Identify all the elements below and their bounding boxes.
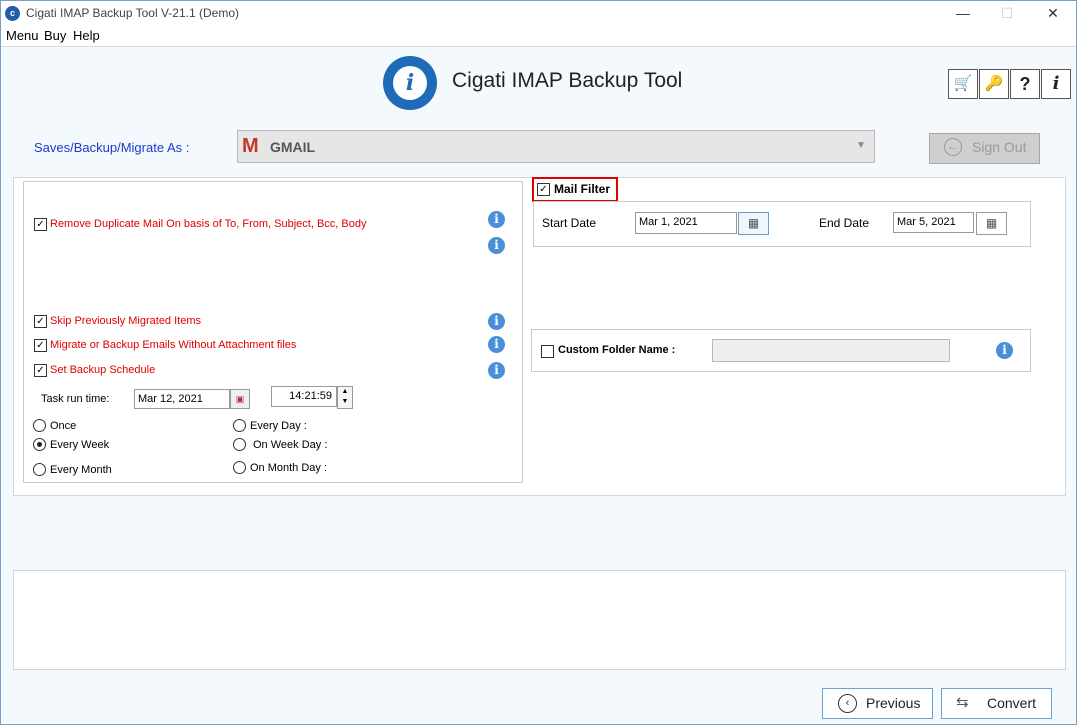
calendar-icon[interactable]: ▣: [230, 389, 250, 409]
sign-out-icon: ←: [944, 138, 962, 156]
radio-once[interactable]: [33, 419, 46, 432]
close-button[interactable]: ✕: [1030, 0, 1076, 26]
menu-item-buy[interactable]: Buy: [44, 28, 66, 43]
remove-duplicate-checkbox[interactable]: ✓: [34, 218, 47, 231]
custom-folder-input[interactable]: [712, 339, 950, 362]
radio-on-month-day[interactable]: [233, 461, 246, 474]
radio-every-month[interactable]: [33, 463, 46, 476]
saves-combobox[interactable]: [237, 130, 875, 163]
without-attachment-checkbox[interactable]: ✓: [34, 339, 47, 352]
skip-migrated-label: Skip Previously Migrated Items: [50, 315, 201, 327]
saves-selected-value: GMAIL: [270, 139, 316, 155]
gmail-icon: M: [242, 135, 259, 157]
chevron-down-icon[interactable]: ▼: [856, 140, 866, 151]
info-icon[interactable]: i: [488, 336, 505, 353]
info-icon[interactable]: i: [996, 342, 1013, 359]
saves-label: Saves/Backup/Migrate As :: [34, 140, 190, 155]
task-time-input[interactable]: 14:21:59: [271, 386, 337, 407]
window-title: Cigati IMAP Backup Tool V-21.1 (Demo): [26, 6, 239, 20]
mail-filter-label: Mail Filter: [554, 182, 611, 196]
mail-filter-checkbox[interactable]: ✓: [537, 183, 550, 196]
logo-letter: i: [393, 66, 427, 100]
end-date-label: End Date: [819, 216, 870, 230]
info-icon[interactable]: i: [488, 237, 505, 254]
help-button[interactable]: ?: [1010, 69, 1040, 99]
help-icon: ?: [1019, 74, 1031, 94]
radio-every-week[interactable]: [33, 438, 46, 451]
cart-icon: 🛒: [953, 75, 973, 92]
start-date-input[interactable]: Mar 1, 2021: [635, 212, 737, 234]
radio-every-day-label: Every Day :: [250, 420, 307, 432]
info-icon[interactable]: i: [488, 211, 505, 228]
menu-bar: Menu Buy Help: [1, 27, 1076, 47]
convert-label: Convert: [987, 695, 1037, 711]
set-schedule-checkbox[interactable]: ✓: [34, 364, 47, 377]
task-date-input[interactable]: Mar 12, 2021: [134, 389, 230, 409]
key-icon: 🔑: [984, 75, 1004, 92]
remove-duplicate-label: Remove Duplicate Mail On basis of To, Fr…: [50, 218, 367, 230]
app-icon: c: [5, 6, 20, 21]
skip-migrated-checkbox[interactable]: ✓: [34, 315, 47, 328]
key-button[interactable]: 🔑: [979, 69, 1009, 99]
custom-folder-checkbox[interactable]: [541, 345, 554, 358]
radio-on-week-day[interactable]: [233, 438, 246, 451]
minimize-button[interactable]: —: [940, 0, 986, 26]
radio-every-week-label: Every Week: [50, 439, 110, 451]
back-arrow-icon: ‹: [838, 694, 857, 713]
sign-out-label: Sign Out: [972, 139, 1027, 155]
start-date-label: Start Date: [542, 216, 597, 230]
task-run-time-label: Task run time:: [41, 393, 110, 405]
radio-every-month-label: Every Month: [50, 464, 112, 476]
info-icon[interactable]: i: [488, 362, 505, 379]
menu-item-help[interactable]: Help: [73, 28, 100, 43]
info-icon[interactable]: i: [488, 313, 505, 330]
time-spinner[interactable]: ▲ ▼: [337, 386, 353, 409]
without-attachment-label: Migrate or Backup Emails Without Attachm…: [50, 339, 297, 351]
info-icon: i: [1052, 73, 1060, 94]
set-schedule-label: Set Backup Schedule: [50, 364, 156, 376]
radio-on-month-day-label: On Month Day :: [250, 462, 328, 474]
custom-folder-label: Custom Folder Name :: [558, 344, 676, 356]
end-date-input[interactable]: Mar 5, 2021: [893, 212, 974, 233]
cart-button[interactable]: 🛒: [948, 69, 978, 99]
calendar-icon[interactable]: ▦: [976, 212, 1007, 235]
calendar-icon[interactable]: ▦: [738, 212, 769, 235]
about-button[interactable]: i: [1041, 69, 1071, 99]
app-title: Cigati IMAP Backup Tool: [452, 69, 683, 92]
radio-every-day[interactable]: [233, 419, 246, 432]
radio-once-label: Once: [50, 420, 77, 432]
swap-arrows-icon: ⇆: [956, 694, 969, 711]
menu-item-menu[interactable]: Menu: [6, 28, 39, 43]
log-panel: [13, 570, 1066, 670]
maximize-button[interactable]: ☐: [984, 0, 1030, 26]
previous-label: Previous: [866, 695, 921, 711]
radio-on-week-day-label: On Week Day :: [253, 439, 328, 451]
